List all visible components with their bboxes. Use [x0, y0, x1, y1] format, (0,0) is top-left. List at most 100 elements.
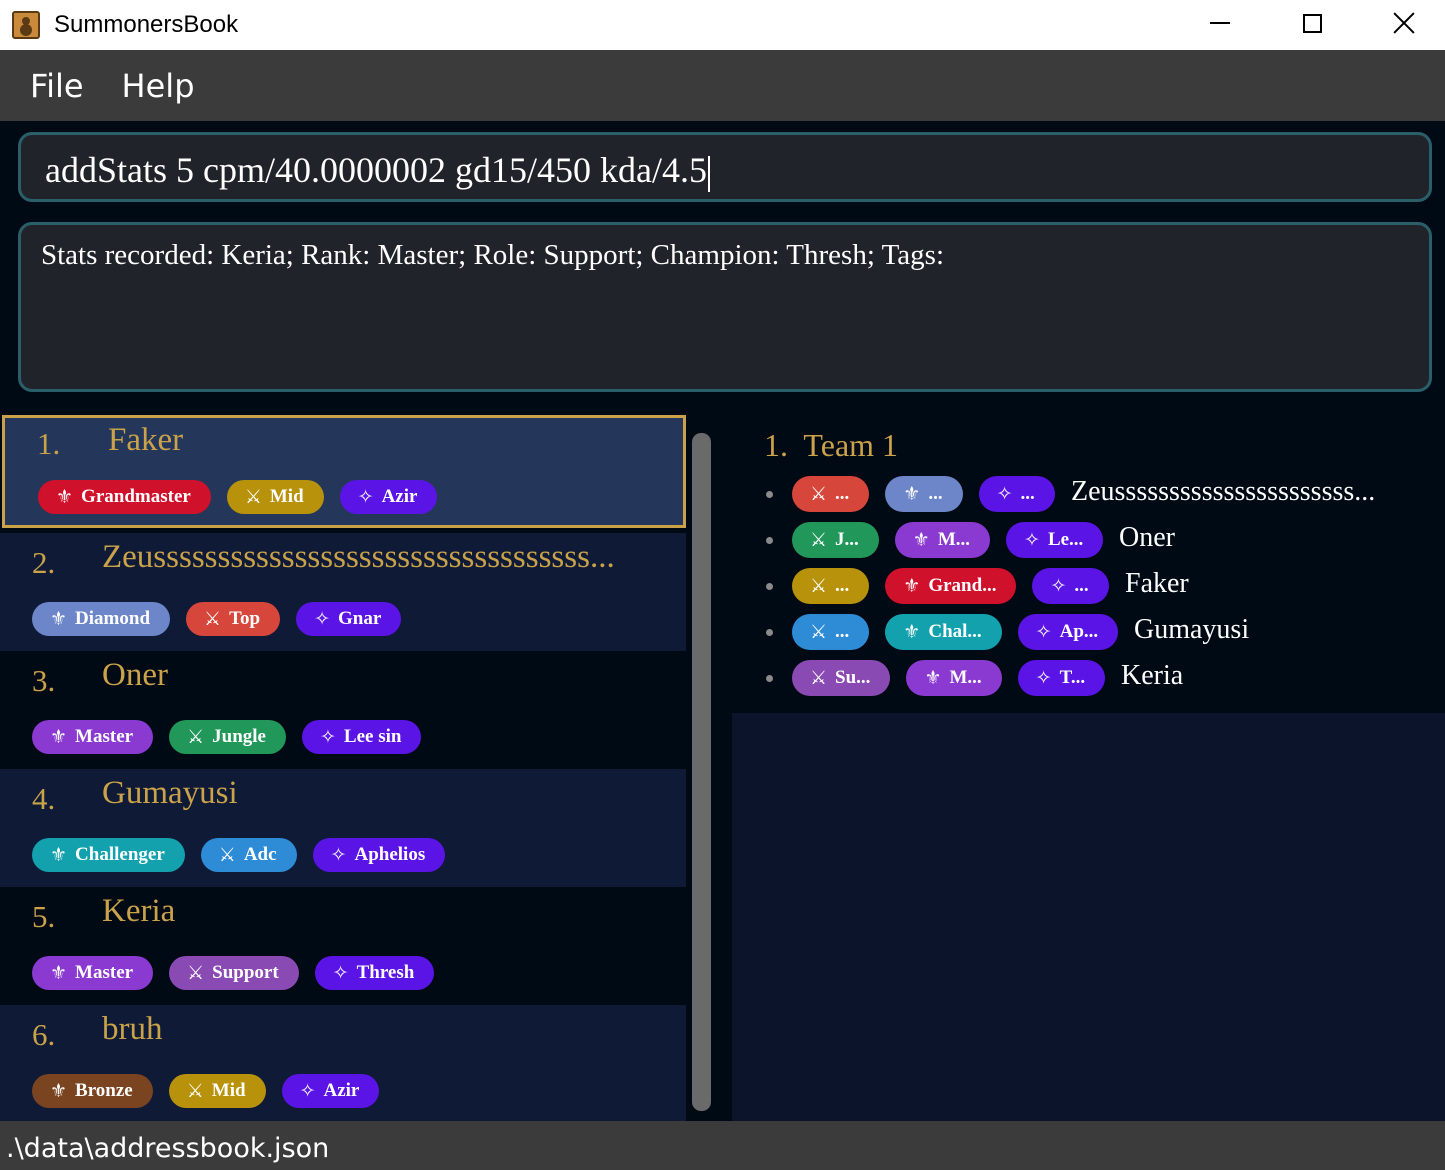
tag-label: M... — [949, 667, 982, 688]
person-index: 6. — [32, 1017, 56, 1052]
tag-label: Challenger — [75, 844, 165, 865]
person-name: Gumayusi — [102, 775, 238, 811]
person-card[interactable]: 1. Faker ⚜ Grandmaster ⚔ Mid ✧ Azir — [2, 415, 686, 528]
minimize-button[interactable] — [1174, 0, 1266, 46]
sparkle-icon: ✧ — [1035, 621, 1052, 643]
fleur-de-lis-icon: ⚜ — [56, 486, 74, 508]
sparkle-icon: ✧ — [357, 486, 374, 508]
role-tag: ⚔... — [792, 476, 870, 512]
tag-label: Adc — [243, 844, 277, 865]
team-panel: 1. Team 1 ⚔... ⚜... ✧... Zeusssssssssssssss… — [732, 415, 1445, 1121]
app-contact-book-icon — [12, 11, 40, 39]
rank-tag: ⚜ Grand... — [885, 568, 1017, 604]
text-caret — [707, 155, 710, 192]
team-name: Team 1 — [803, 427, 899, 463]
crossed-swords-icon: ⚔ — [186, 1080, 204, 1102]
tag-label: Chal... — [928, 621, 982, 642]
tag-label: Le... — [1047, 529, 1084, 550]
tag-label: ... — [835, 575, 850, 596]
person-name: bruh — [102, 1011, 163, 1047]
fleur-de-lis-icon: ⚜ — [924, 667, 942, 689]
maximize-button[interactable] — [1266, 0, 1358, 46]
member-name: Oner — [1119, 522, 1175, 553]
team-card[interactable]: 1. Team 1 ⚔... ⚜... ✧... Zeusssssssssssssss… — [732, 415, 1445, 713]
fleur-de-lis-icon: ⚜ — [903, 575, 921, 597]
tag-label: T... — [1059, 667, 1086, 688]
tag-label: ... — [1074, 575, 1089, 596]
team-member-row: ⚔ Su... ⚜ M... ✧ T... Keria — [732, 660, 1445, 696]
person-name: Keria — [102, 893, 176, 929]
sparkle-icon: ✧ — [1050, 575, 1067, 597]
champion-tag: ✧ Thresh — [314, 956, 435, 990]
person-card[interactable]: 2. Zeussssssssssssssssssssssssssssssssss.… — [0, 533, 686, 651]
bullet-icon — [766, 537, 773, 544]
sparkle-icon: ✧ — [319, 726, 336, 748]
team-member-row: ⚔ J... ⚜ M... ✧ Le... Oner — [732, 522, 1445, 558]
member-name: Faker — [1125, 568, 1189, 599]
tag-label: Aphelios — [354, 844, 426, 865]
command-input[interactable]: addStats 5 cpm/40.0000002 gd15/450 kda/4… — [18, 132, 1432, 202]
tag-label: Lee sin — [343, 726, 402, 747]
rank-tag: ⚜ Master — [32, 720, 154, 754]
tag-label: Gnar — [337, 608, 382, 629]
tag-label: Ap... — [1059, 621, 1099, 642]
crossed-swords-icon: ⚔ — [187, 962, 205, 984]
person-tags: ⚜ Master ⚔ Support ✧ Thresh — [32, 956, 435, 990]
fleur-de-lis-icon: ⚜ — [50, 1080, 68, 1102]
person-name: Zeussssssssssssssssssssssssssssssssss... — [102, 539, 615, 575]
crossed-swords-icon: ⚔ — [187, 726, 205, 748]
crossed-swords-icon: ⚔ — [218, 844, 236, 866]
team-member-row: ⚔... ⚜ Grand... ✧... Faker — [732, 568, 1445, 604]
bullet-icon — [766, 675, 773, 682]
menu-file[interactable]: File — [30, 67, 84, 105]
champion-tag: ✧... — [978, 476, 1055, 512]
crossed-swords-icon: ⚔ — [810, 667, 828, 689]
sparkle-icon: ✧ — [299, 1080, 316, 1102]
rank-tag: ⚜ M... — [894, 522, 991, 558]
sparkle-icon: ✧ — [1035, 667, 1052, 689]
fleur-de-lis-icon: ⚜ — [50, 608, 68, 630]
tag-label: Su... — [835, 667, 871, 688]
crossed-swords-icon: ⚔ — [204, 608, 222, 630]
tag-label: ... — [835, 621, 850, 642]
fleur-de-lis-icon: ⚜ — [50, 962, 68, 984]
tag-label: Top — [229, 608, 261, 629]
member-name: Keria — [1121, 660, 1184, 691]
member-tags: ⚔... ⚜... ✧... — [792, 476, 1055, 512]
fleur-de-lis-icon: ⚜ — [50, 844, 68, 866]
sparkle-icon: ✧ — [1024, 529, 1040, 551]
person-tags: ⚜ Master ⚔ Jungle ✧ Lee sin — [32, 720, 422, 754]
person-index: 4. — [32, 781, 56, 816]
person-card[interactable]: 6. bruh ⚜ Bronze ⚔ Mid ✧ Azir — [0, 1005, 686, 1123]
person-name: Oner — [102, 657, 168, 693]
close-button[interactable] — [1358, 0, 1445, 46]
tag-label: Bronze — [75, 1080, 133, 1101]
tag-label: Azir — [381, 486, 418, 507]
team-index: 1. — [764, 427, 788, 463]
title-bar: SummonersBook — [0, 0, 1445, 50]
person-card[interactable]: 5. Keria ⚜ Master ⚔ Support ✧ Thresh — [0, 887, 686, 1005]
menu-help[interactable]: Help — [122, 67, 195, 105]
person-card[interactable]: 4. Gumayusi ⚜ Challenger ⚔ Adc ✧ Aphelios — [0, 769, 686, 887]
tag-label: J... — [835, 529, 859, 550]
bullet-icon — [766, 491, 773, 498]
person-list-panel: 1. Faker ⚜ Grandmaster ⚔ Mid ✧ Azir 2. Zeusssssss… — [0, 415, 716, 1123]
result-text: Stats recorded: Keria; Rank: Master; Rol… — [41, 239, 945, 271]
fleur-de-lis-icon: ⚜ — [912, 529, 930, 551]
tag-label: Support — [212, 962, 279, 983]
crossed-swords-icon: ⚔ — [810, 575, 828, 597]
champion-tag: ✧ Lee sin — [301, 720, 422, 754]
champion-tag: ✧ Azir — [339, 480, 438, 514]
team-title: 1. Team 1 — [764, 427, 898, 464]
menu-bar: File Help — [0, 50, 1445, 121]
person-card[interactable]: 3. Oner ⚜ Master ⚔ Jungle ✧ Lee sin — [0, 651, 686, 769]
member-name: Zeussssssssssssssssssssss... — [1071, 476, 1376, 507]
tag-label: Thresh — [356, 962, 415, 983]
bullet-icon — [766, 583, 773, 590]
crossed-swords-icon: ⚔ — [244, 486, 262, 508]
tag-label: ... — [928, 483, 943, 504]
crossed-swords-icon: ⚔ — [810, 529, 828, 551]
crossed-swords-icon: ⚔ — [810, 483, 828, 505]
scrollbar-thumb[interactable] — [692, 433, 711, 1111]
person-tags: ⚜ Diamond ⚔ Top ✧ Gnar — [32, 602, 402, 636]
